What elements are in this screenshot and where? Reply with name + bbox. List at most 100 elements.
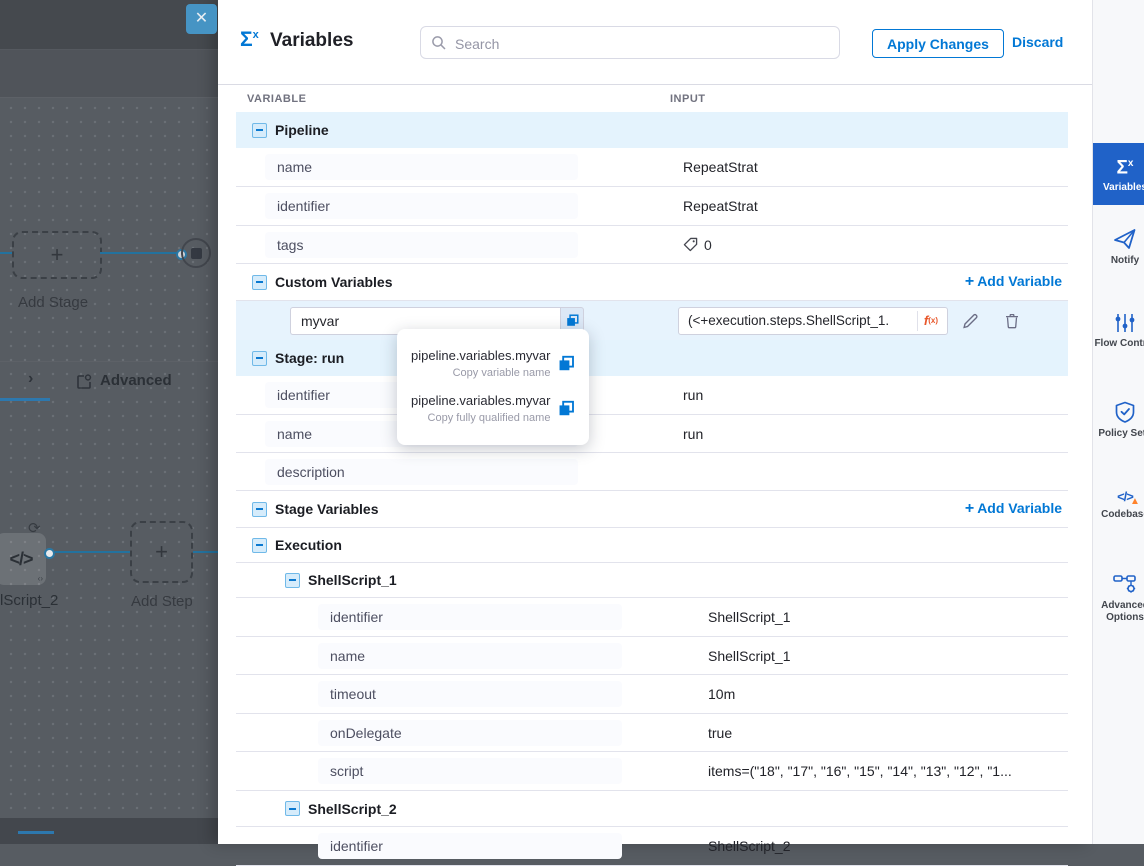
- table-row: timeout 10m: [236, 675, 1068, 714]
- plus-icon: +: [155, 539, 168, 565]
- advanced-options-icon: [1113, 573, 1137, 595]
- pipeline-canvas: + Add Stage › Advanced ⟳ </> ‹› + lScrip…: [0, 0, 218, 844]
- variable-value[interactable]: ShellScript_2: [708, 838, 791, 854]
- variable-name-pill[interactable]: identifier: [318, 833, 622, 859]
- copy-icon[interactable]: [558, 400, 575, 417]
- table-row: name ShellScript_1: [236, 637, 1068, 675]
- custom-variable-row-myvar: f(x): [236, 301, 1068, 340]
- add-variable-button[interactable]: +Add Variable: [965, 500, 1062, 518]
- variable-value[interactable]: run: [683, 426, 703, 442]
- collapse-icon[interactable]: [252, 351, 267, 366]
- delete-variable-button[interactable]: [1004, 312, 1020, 329]
- bottom-active-underline: [18, 831, 54, 834]
- close-drawer-button[interactable]: ✕: [186, 4, 217, 34]
- table-row: tags 0: [236, 226, 1068, 264]
- variable-value[interactable]: true: [708, 725, 732, 741]
- variable-name-pill[interactable]: identifier: [318, 604, 622, 630]
- collapse-chevron-icon[interactable]: ›: [28, 370, 33, 388]
- variable-name-pill[interactable]: name: [318, 643, 622, 669]
- canvas-header-band: [0, 50, 218, 98]
- section-row-custom-variables[interactable]: Custom Variables +Add Variable: [236, 264, 1068, 301]
- sidebar-item-policy-sets[interactable]: Policy Sets: [1093, 401, 1144, 440]
- variable-name-pill[interactable]: onDelegate: [318, 720, 622, 746]
- variable-value[interactable]: items=("18", "17", "16", "15", "14", "13…: [708, 763, 1012, 779]
- variable-name-pill[interactable]: script: [318, 758, 622, 784]
- variable-value[interactable]: 10m: [708, 686, 735, 702]
- section-row-stage-run[interactable]: Stage: run: [236, 340, 1068, 376]
- collapse-icon[interactable]: [252, 275, 267, 290]
- collapse-icon[interactable]: [252, 123, 267, 138]
- sidebar-item-variables[interactable]: Σx Variables: [1093, 143, 1144, 205]
- collapse-icon[interactable]: [285, 573, 300, 588]
- page-title: Variables: [270, 30, 353, 52]
- variable-value[interactable]: ShellScript_1: [708, 609, 791, 625]
- column-input: INPUT: [670, 93, 706, 105]
- collapse-icon[interactable]: [252, 502, 267, 517]
- variable-name-pill[interactable]: description: [265, 459, 578, 485]
- warning-icon: ▲: [1130, 496, 1140, 507]
- variable-value[interactable]: ShellScript_1: [708, 648, 791, 664]
- step-connector-right: [193, 551, 218, 553]
- expression-fx-icon[interactable]: f(x): [917, 311, 944, 331]
- section-row-execution[interactable]: Execution: [236, 528, 1068, 563]
- edit-variable-button[interactable]: [962, 312, 979, 329]
- copy-variable-name-item[interactable]: pipeline.variables.myvar Copy variable n…: [397, 341, 589, 386]
- search-input[interactable]: [453, 29, 832, 58]
- collapse-icon[interactable]: [285, 801, 300, 816]
- section-row-shellscript1[interactable]: ShellScript_1: [236, 563, 1068, 598]
- sidebar-item-flow-control[interactable]: Flow Control: [1093, 313, 1144, 350]
- add-variable-button[interactable]: +Add Variable: [965, 273, 1062, 291]
- apply-changes-button[interactable]: Apply Changes: [872, 29, 1004, 58]
- section-row-shellscript2[interactable]: ShellScript_2: [236, 791, 1068, 827]
- table-row: identifier run: [236, 376, 1068, 415]
- advanced-tab-icon: [76, 374, 92, 395]
- stage-connector-right: [100, 252, 177, 254]
- table-row: onDelegate true: [236, 714, 1068, 752]
- code-icon: </>: [9, 549, 32, 570]
- copy-fqn-item[interactable]: pipeline.variables.myvar Copy fully qual…: [397, 386, 589, 431]
- copy-icon[interactable]: [558, 355, 575, 372]
- add-stage-label[interactable]: Add Stage: [18, 294, 88, 311]
- sidebar-item-codebase[interactable]: </>▲ Codebase: [1093, 489, 1144, 521]
- collapse-icon[interactable]: [252, 538, 267, 553]
- pencil-icon: [962, 312, 979, 329]
- section-row-pipeline[interactable]: Pipeline: [236, 112, 1068, 148]
- step-connector: [55, 551, 130, 553]
- shell-badge-icon: ‹›: [38, 574, 43, 583]
- sidebar-item-advanced-options[interactable]: Advanced Options: [1093, 573, 1144, 624]
- section-row-stage-variables[interactable]: Stage Variables +Add Variable: [236, 491, 1068, 528]
- table-row: identifier ShellScript_2: [236, 827, 1068, 866]
- table-row: description: [236, 453, 1068, 491]
- variable-value[interactable]: run: [683, 387, 703, 403]
- canvas-bottom-bar: [0, 818, 218, 844]
- table-row: script items=("18", "17", "16", "15", "1…: [236, 752, 1068, 791]
- add-step-label[interactable]: Add Step: [131, 593, 193, 610]
- sidebar-item-notify[interactable]: Notify: [1093, 228, 1144, 267]
- variables-sigma-icon: Σx: [1117, 154, 1134, 177]
- variable-name-pill[interactable]: name: [265, 154, 578, 180]
- add-stage-button[interactable]: +: [12, 231, 102, 279]
- copy-icon: [566, 314, 579, 327]
- variable-value-input[interactable]: [679, 308, 920, 334]
- search-icon: [431, 35, 447, 51]
- variable-name-pill[interactable]: timeout: [318, 681, 622, 707]
- add-step-button[interactable]: +: [130, 521, 193, 583]
- copy-variable-popup: pipeline.variables.myvar Copy variable n…: [397, 329, 589, 445]
- tags-value[interactable]: 0: [683, 237, 712, 253]
- drawer-header: Σx Variables Apply Changes Discard: [218, 0, 1092, 85]
- variable-name-pill[interactable]: identifier: [265, 193, 578, 219]
- policy-sets-icon: [1114, 401, 1136, 423]
- discard-button[interactable]: Discard: [1012, 34, 1063, 50]
- tab-active-underline: [0, 398, 50, 401]
- codebase-icon: </>▲: [1117, 489, 1133, 504]
- shellscript2-step-node[interactable]: </> ‹›: [0, 533, 46, 585]
- table-row: name RepeatStrat: [236, 148, 1068, 187]
- variable-value[interactable]: RepeatStrat: [683, 198, 758, 214]
- tab-advanced[interactable]: Advanced: [100, 372, 172, 389]
- search-box: [420, 26, 840, 59]
- right-sidebar: Σx Variables Notify Flow Control Policy …: [1092, 0, 1144, 844]
- variable-value[interactable]: RepeatStrat: [683, 159, 758, 175]
- variable-name-pill[interactable]: tags: [265, 232, 578, 258]
- tabbar-divider: [0, 361, 218, 362]
- table-row: name run: [236, 415, 1068, 453]
